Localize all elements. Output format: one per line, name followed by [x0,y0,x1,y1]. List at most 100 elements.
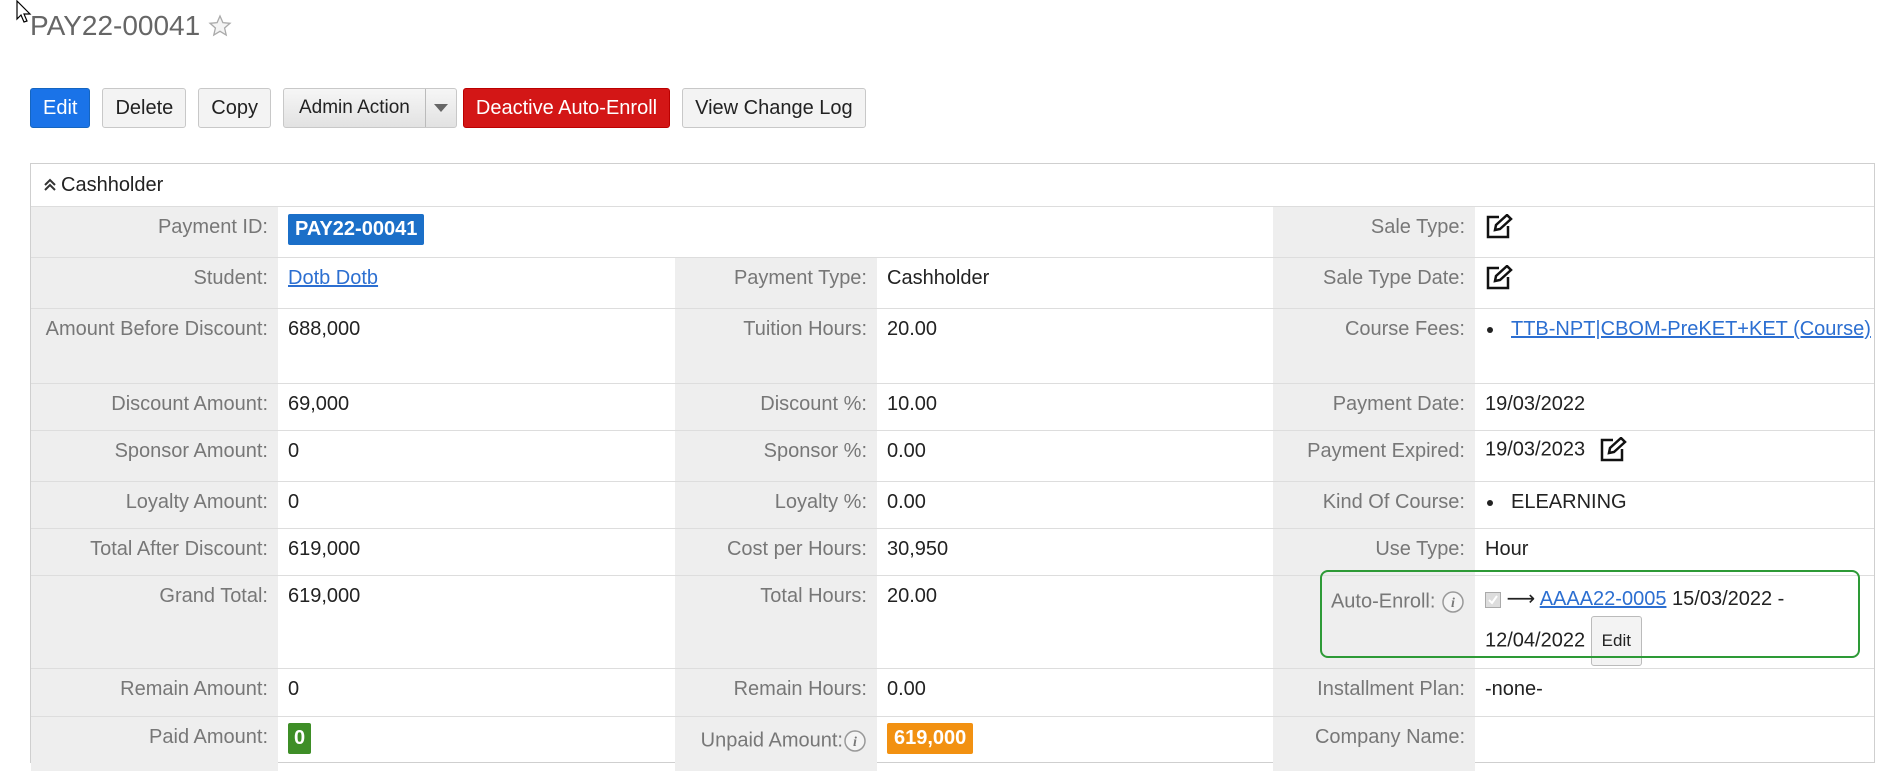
student-label: Student: [31,258,278,308]
auto-enroll-label: Auto-Enroll: [1330,590,1436,613]
discount-amount-label: Discount Amount: [31,384,278,430]
panel-header[interactable]: Cashholder [31,164,1874,206]
payment-type-value: Cashholder [887,267,990,289]
company-name-value [1475,717,1874,771]
total-after-discount-label: Total After Discount: [31,529,278,575]
auto-enroll-value: ⟶ AAAA22-0005 15/03/2022 - 12/04/2022 Ed… [1475,576,1874,668]
arrow-icon: ⟶ [1506,588,1536,610]
total-hours-value: 20.00 [887,585,938,607]
auto-enroll-link[interactable]: AAAA22-0005 [1540,588,1667,610]
payment-id-badge: PAY22-00041 [288,214,425,245]
kind-of-course-value: ELEARNING [1475,482,1874,528]
info-icon[interactable]: i [1441,590,1465,614]
sale-type-value [1475,207,1874,257]
panel-title: Cashholder [61,173,164,196]
detail-row: Grand Total: 619,000 Total Hours: 20.00 … [31,575,1874,668]
cashholder-panel: Cashholder Payment ID: PAY22-00041 Sale … [30,163,1875,771]
course-fees-list: TTB-NPT|CBOM-PreKET+KET (Course) [1485,318,1874,341]
payment-type-label: Payment Type: [675,258,877,308]
course-fee-link[interactable]: TTB-NPT|CBOM-PreKET+KET (Course) [1511,318,1871,340]
company-name-label: Company Name: [1273,717,1475,771]
edit-button[interactable]: Edit [30,88,91,128]
paid-amount-badge: 0 [288,723,312,754]
tuition-hours-label: Tuition Hours: [675,309,877,383]
use-type-label: Use Type: [1273,529,1475,575]
grand-total-value: 619,000 [288,585,361,607]
edit-icon[interactable] [1485,265,1513,291]
use-type-value: Hour [1485,538,1529,560]
installment-plan-value: -none- [1485,678,1543,700]
info-icon[interactable]: i [843,729,867,753]
edit-icon[interactable] [1599,437,1627,463]
remain-hours-label: Remain Hours: [675,669,877,716]
course-fees-label: Course Fees: [1273,309,1475,383]
sale-type-date-value [1475,258,1874,308]
student-link[interactable]: Dotb Dotb [288,267,378,289]
discount-amount-value: 69,000 [288,393,350,415]
unpaid-amount-label: Unpaid Amount: [700,729,843,752]
cost-per-hours-label: Cost per Hours: [675,529,877,575]
auto-enroll-edit-button[interactable]: Edit [1590,616,1642,666]
installment-plan-label: Installment Plan: [1273,669,1475,716]
admin-action-dropdown[interactable]: Admin Action [282,88,457,128]
delete-button[interactable]: Delete [102,88,187,128]
remain-amount-value: 0 [288,678,300,700]
copy-button[interactable]: Copy [198,88,271,128]
amount-before-discount-value: 688,000 [288,318,361,340]
loyalty-pct-value: 0.00 [887,491,926,513]
payment-id-value: PAY22-00041 [278,207,675,257]
paid-amount-value: 0 [278,717,675,771]
list-item: TTB-NPT|CBOM-PreKET+KET (Course) [1505,318,1874,341]
caret-down-icon[interactable] [426,89,456,127]
svg-text:i: i [853,735,857,750]
detail-row: Sponsor Amount: 0 Sponsor %: 0.00 Paymen… [31,430,1874,481]
amount-before-discount-label: Amount Before Discount: [31,309,278,383]
star-icon[interactable] [208,14,232,38]
detail-row: Discount Amount: 69,000 Discount %: 10.0… [31,383,1874,430]
chevron-double-up-icon[interactable] [43,178,57,192]
remain-hours-value: 0.00 [887,678,926,700]
total-after-discount-value: 619,000 [288,538,361,560]
sponsor-amount-label: Sponsor Amount: [31,431,278,481]
detail-row: Paid Amount: 0 Unpaid Amount: i 619,000 … [31,716,1874,771]
cost-per-hours-value: 30,950 [887,538,949,560]
svg-text:i: i [1451,596,1455,611]
payment-expired-cell: 19/03/2023 [1475,431,1874,481]
auto-enroll-checkbox[interactable] [1485,591,1501,608]
view-change-log-button[interactable]: View Change Log [682,88,866,128]
detail-row: Loyalty Amount: 0 Loyalty %: 0.00 Kind O… [31,481,1874,528]
payment-expired-value: 19/03/2023 [1485,438,1586,461]
discount-pct-label: Discount %: [675,384,877,430]
page-title: PAY22-00041 [30,10,201,41]
detail-row: Amount Before Discount: 688,000 Tuition … [31,308,1874,383]
sponsor-pct-value: 0.00 [887,440,926,462]
grand-total-label: Grand Total: [31,576,278,668]
loyalty-amount-value: 0 [288,491,300,513]
action-toolbar: Edit Delete Copy Admin Action Deactive A… [30,88,878,128]
payment-date-value: 19/03/2022 [1485,393,1586,415]
unpaid-amount-value: 619,000 [877,717,1273,771]
paid-amount-label: Paid Amount: [31,717,278,771]
deactive-auto-enroll-button[interactable]: Deactive Auto-Enroll [462,88,671,128]
kind-of-course-list: ELEARNING [1485,491,1874,514]
sale-type-date-label: Sale Type Date: [1273,258,1475,308]
detail-row: Remain Amount: 0 Remain Hours: 0.00 Inst… [31,668,1874,716]
discount-pct-value: 10.00 [887,393,938,415]
edit-icon[interactable] [1485,214,1513,240]
payment-date-label: Payment Date: [1273,384,1475,430]
detail-row: Student: Dotb Dotb Payment Type: Cashhol… [31,257,1874,308]
sponsor-pct-label: Sponsor %: [675,431,877,481]
sale-type-label: Sale Type: [1273,207,1475,257]
unpaid-amount-label-cell: Unpaid Amount: i [675,717,877,771]
detail-row: Payment ID: PAY22-00041 Sale Type: [31,206,1874,257]
payment-id-label: Payment ID: [31,207,278,257]
total-hours-label: Total Hours: [675,576,877,668]
detail-row: Total After Discount: 619,000 Cost per H… [31,528,1874,575]
auto-enroll-date-end: 12/04/2022 [1485,629,1586,652]
student-value: Dotb Dotb [278,258,675,308]
payment-expired-label: Payment Expired: [1273,431,1475,481]
unpaid-amount-badge: 619,000 [887,723,974,754]
record-header: PAY22-00041 [30,10,232,42]
sponsor-amount-value: 0 [288,440,300,462]
admin-action-button[interactable]: Admin Action [284,89,426,127]
